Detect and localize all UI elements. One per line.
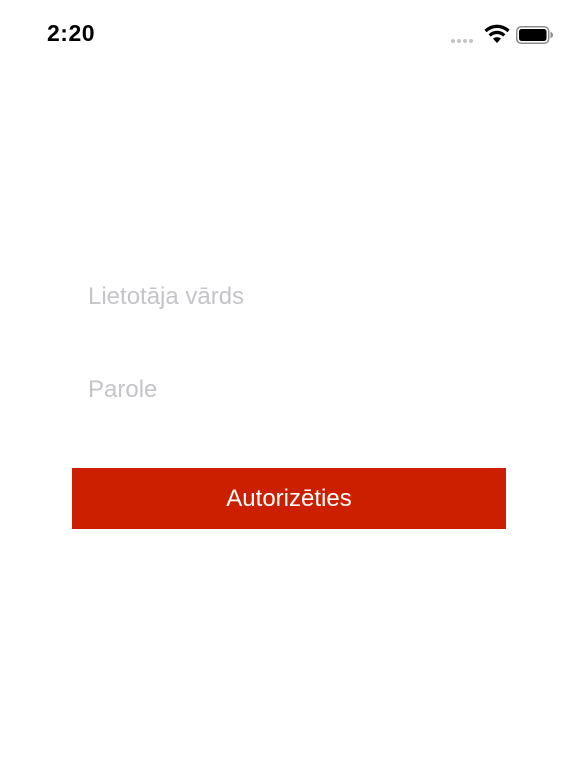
battery-icon	[516, 26, 553, 44]
login-button[interactable]: Autorizēties	[72, 468, 506, 529]
login-screen: 2:20 Autorizēties	[0, 0, 576, 768]
wifi-icon	[484, 24, 510, 43]
cellular-signal-icon	[451, 39, 473, 43]
username-field[interactable]	[88, 277, 508, 317]
status-time: 2:20	[47, 20, 96, 46]
status-bar: 2:20	[0, 0, 576, 70]
password-field[interactable]	[88, 370, 508, 410]
